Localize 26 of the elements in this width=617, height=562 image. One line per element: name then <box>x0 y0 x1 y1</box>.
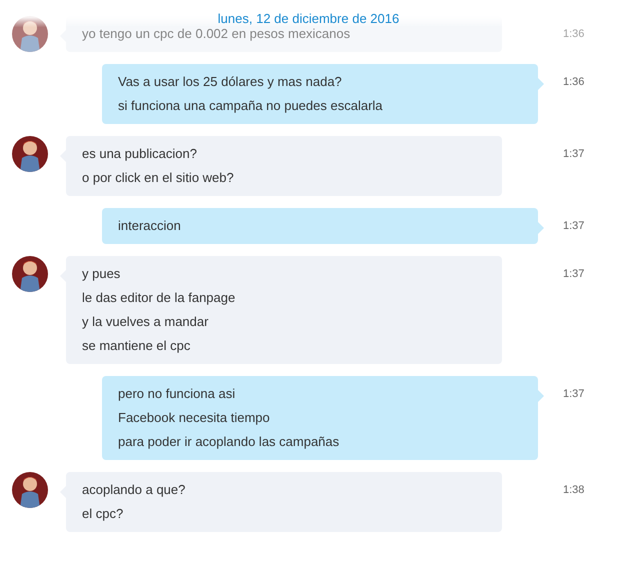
avatar[interactable] <box>12 256 48 292</box>
message-text: el cpc? <box>82 505 124 523</box>
avatar[interactable] <box>12 472 48 508</box>
message-time: 1:37 <box>563 267 584 282</box>
message-text: pero no funciona asi <box>118 385 236 403</box>
message-time: 1:36 <box>563 27 584 42</box>
message-text: acoplando a que? <box>82 481 186 499</box>
message-time: 1:37 <box>563 147 584 162</box>
message-time: 1:36 <box>563 75 584 90</box>
message-text: y la vuelves a mandar <box>82 313 210 331</box>
avatar[interactable] <box>12 136 48 172</box>
message-text: y pues <box>82 265 122 283</box>
message-time: 1:37 <box>563 219 584 234</box>
date-header: lunes, 12 de diciembre de 2016 <box>218 11 400 26</box>
message-text: interaccion <box>118 217 182 235</box>
message-text: para poder ir acoplando las campañas <box>118 433 340 451</box>
message-text: yo tengo un cpc de 0.002 en pesos mexicanos <box>82 25 352 43</box>
message-text: si funciona una campaña no puedes escalarla <box>118 97 384 115</box>
message-text: Facebook necesita tiempo <box>118 409 271 427</box>
message-text: se mantiene el cpc <box>82 337 192 355</box>
message-text: o por click en el sitio web? <box>82 169 235 187</box>
message-time: 1:37 <box>563 387 584 402</box>
message-time: 1:38 <box>563 483 584 498</box>
message-text: le das editor de la fanpage <box>82 289 236 307</box>
message-text: Vas a usar los 25 dólares y mas nada? <box>118 73 343 91</box>
message-text: es una publicacion? <box>82 145 198 163</box>
